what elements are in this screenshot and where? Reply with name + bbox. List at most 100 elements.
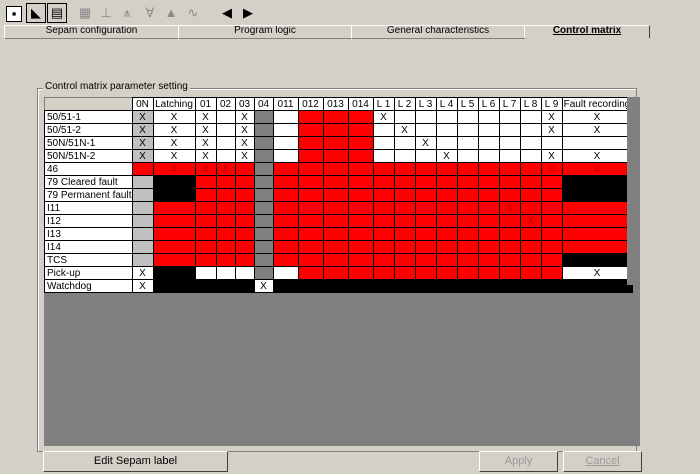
matrix-cell[interactable] bbox=[435, 240, 458, 254]
matrix-cell[interactable] bbox=[414, 123, 437, 137]
matrix-cell[interactable] bbox=[414, 175, 437, 189]
matrix-cell[interactable]: X bbox=[131, 136, 154, 150]
matrix-cell[interactable] bbox=[456, 201, 479, 215]
matrix-cell[interactable] bbox=[347, 136, 374, 150]
matrix-cell[interactable]: X bbox=[414, 136, 437, 150]
matrix-cell[interactable]: X bbox=[215, 162, 236, 176]
matrix-cell[interactable] bbox=[519, 162, 542, 176]
matrix-cell[interactable] bbox=[347, 240, 374, 254]
matrix-cell[interactable] bbox=[322, 136, 349, 150]
matrix-cell[interactable] bbox=[393, 175, 416, 189]
matrix-cell[interactable] bbox=[347, 175, 374, 189]
vertical-scrollbar[interactable] bbox=[627, 97, 640, 285]
matrix-cell[interactable] bbox=[414, 253, 437, 267]
matrix-cell[interactable] bbox=[519, 253, 542, 267]
matrix-cell[interactable] bbox=[253, 253, 274, 267]
matrix-cell[interactable] bbox=[519, 266, 542, 280]
matrix-cell[interactable] bbox=[272, 266, 299, 280]
matrix-cell[interactable] bbox=[253, 136, 274, 150]
matrix-cell[interactable] bbox=[253, 227, 274, 241]
matrix-cell[interactable] bbox=[322, 162, 349, 176]
matrix-cell[interactable] bbox=[347, 162, 374, 176]
matrix-cell[interactable] bbox=[477, 162, 500, 176]
matrix-cell[interactable] bbox=[519, 227, 542, 241]
matrix-cell[interactable]: X bbox=[234, 110, 255, 124]
matrix-cell[interactable] bbox=[372, 253, 395, 267]
matrix-cell[interactable] bbox=[498, 214, 521, 228]
matrix-cell[interactable] bbox=[234, 279, 255, 293]
matrix-cell[interactable] bbox=[519, 279, 542, 293]
matrix-cell[interactable] bbox=[561, 253, 633, 267]
matrix-cell[interactable] bbox=[272, 123, 299, 137]
matrix-cell[interactable]: X bbox=[253, 279, 274, 293]
matrix-cell[interactable] bbox=[540, 240, 563, 254]
matrix-cell[interactable] bbox=[297, 123, 324, 137]
prev-icon[interactable]: ◀ bbox=[218, 4, 236, 22]
matrix-cell[interactable] bbox=[477, 149, 500, 163]
matrix-cell[interactable] bbox=[456, 136, 479, 150]
matrix-cell[interactable]: X bbox=[234, 149, 255, 163]
matrix-cell[interactable] bbox=[297, 253, 324, 267]
matrix-cell[interactable] bbox=[393, 136, 416, 150]
matrix-cell[interactable] bbox=[194, 175, 217, 189]
matrix-cell[interactable] bbox=[477, 201, 500, 215]
matrix-cell[interactable] bbox=[253, 214, 274, 228]
tab-general-characteristics[interactable]: General characteristics bbox=[351, 25, 525, 39]
matrix-cell[interactable] bbox=[215, 227, 236, 241]
matrix-cell[interactable] bbox=[456, 123, 479, 137]
matrix-cell[interactable] bbox=[435, 162, 458, 176]
matrix-cell[interactable] bbox=[194, 201, 217, 215]
matrix-cell[interactable] bbox=[297, 240, 324, 254]
matrix-cell[interactable] bbox=[414, 214, 437, 228]
matrix-cell[interactable] bbox=[498, 253, 521, 267]
matrix-cell[interactable] bbox=[297, 136, 324, 150]
matrix-cell[interactable]: X bbox=[152, 110, 196, 124]
matrix-cell[interactable] bbox=[435, 175, 458, 189]
matrix-cell[interactable]: X bbox=[372, 110, 395, 124]
matrix-cell[interactable] bbox=[372, 188, 395, 202]
matrix-cell[interactable]: X bbox=[498, 201, 521, 215]
matrix-cell[interactable] bbox=[253, 266, 274, 280]
matrix-cell[interactable] bbox=[498, 110, 521, 124]
matrix-cell[interactable] bbox=[393, 149, 416, 163]
matrix-cell[interactable] bbox=[297, 279, 324, 293]
matrix-cell[interactable] bbox=[435, 188, 458, 202]
matrix-cell[interactable] bbox=[435, 123, 458, 137]
matrix-cell[interactable] bbox=[372, 227, 395, 241]
matrix-cell[interactable] bbox=[253, 188, 274, 202]
matrix-cell[interactable] bbox=[215, 188, 236, 202]
matrix-cell[interactable] bbox=[372, 214, 395, 228]
matrix-cell[interactable] bbox=[194, 253, 217, 267]
matrix-cell[interactable] bbox=[215, 240, 236, 254]
matrix-cell[interactable]: X bbox=[561, 123, 633, 137]
matrix-cell[interactable] bbox=[540, 227, 563, 241]
matrix-cell[interactable] bbox=[540, 266, 563, 280]
matrix-cell[interactable] bbox=[347, 188, 374, 202]
matrix-cell[interactable]: X bbox=[561, 162, 633, 176]
matrix-cell[interactable] bbox=[194, 266, 217, 280]
matrix-cell[interactable]: X bbox=[435, 149, 458, 163]
matrix-cell[interactable] bbox=[561, 214, 633, 228]
matrix-cell[interactable] bbox=[414, 240, 437, 254]
matrix-cell[interactable] bbox=[435, 253, 458, 267]
matrix-cell[interactable] bbox=[414, 188, 437, 202]
matrix-cell[interactable] bbox=[234, 240, 255, 254]
matrix-cell[interactable] bbox=[152, 227, 196, 241]
matrix-cell[interactable] bbox=[152, 188, 196, 202]
matrix-cell[interactable] bbox=[131, 253, 154, 267]
matrix-cell[interactable] bbox=[297, 201, 324, 215]
matrix-cell[interactable] bbox=[456, 279, 479, 293]
matrix-cell[interactable] bbox=[519, 136, 542, 150]
matrix-cell[interactable] bbox=[253, 123, 274, 137]
matrix-cell[interactable] bbox=[519, 201, 542, 215]
matrix-cell[interactable] bbox=[372, 240, 395, 254]
matrix-cell[interactable]: X bbox=[194, 123, 217, 137]
matrix-cell[interactable]: X bbox=[131, 110, 154, 124]
matrix-cell[interactable] bbox=[477, 175, 500, 189]
matrix-cell[interactable] bbox=[152, 253, 196, 267]
matrix-cell[interactable] bbox=[456, 266, 479, 280]
matrix-cell[interactable]: X bbox=[194, 162, 217, 176]
matrix-cell[interactable] bbox=[477, 240, 500, 254]
matrix-cell[interactable] bbox=[372, 162, 395, 176]
matrix-cell[interactable] bbox=[272, 240, 299, 254]
